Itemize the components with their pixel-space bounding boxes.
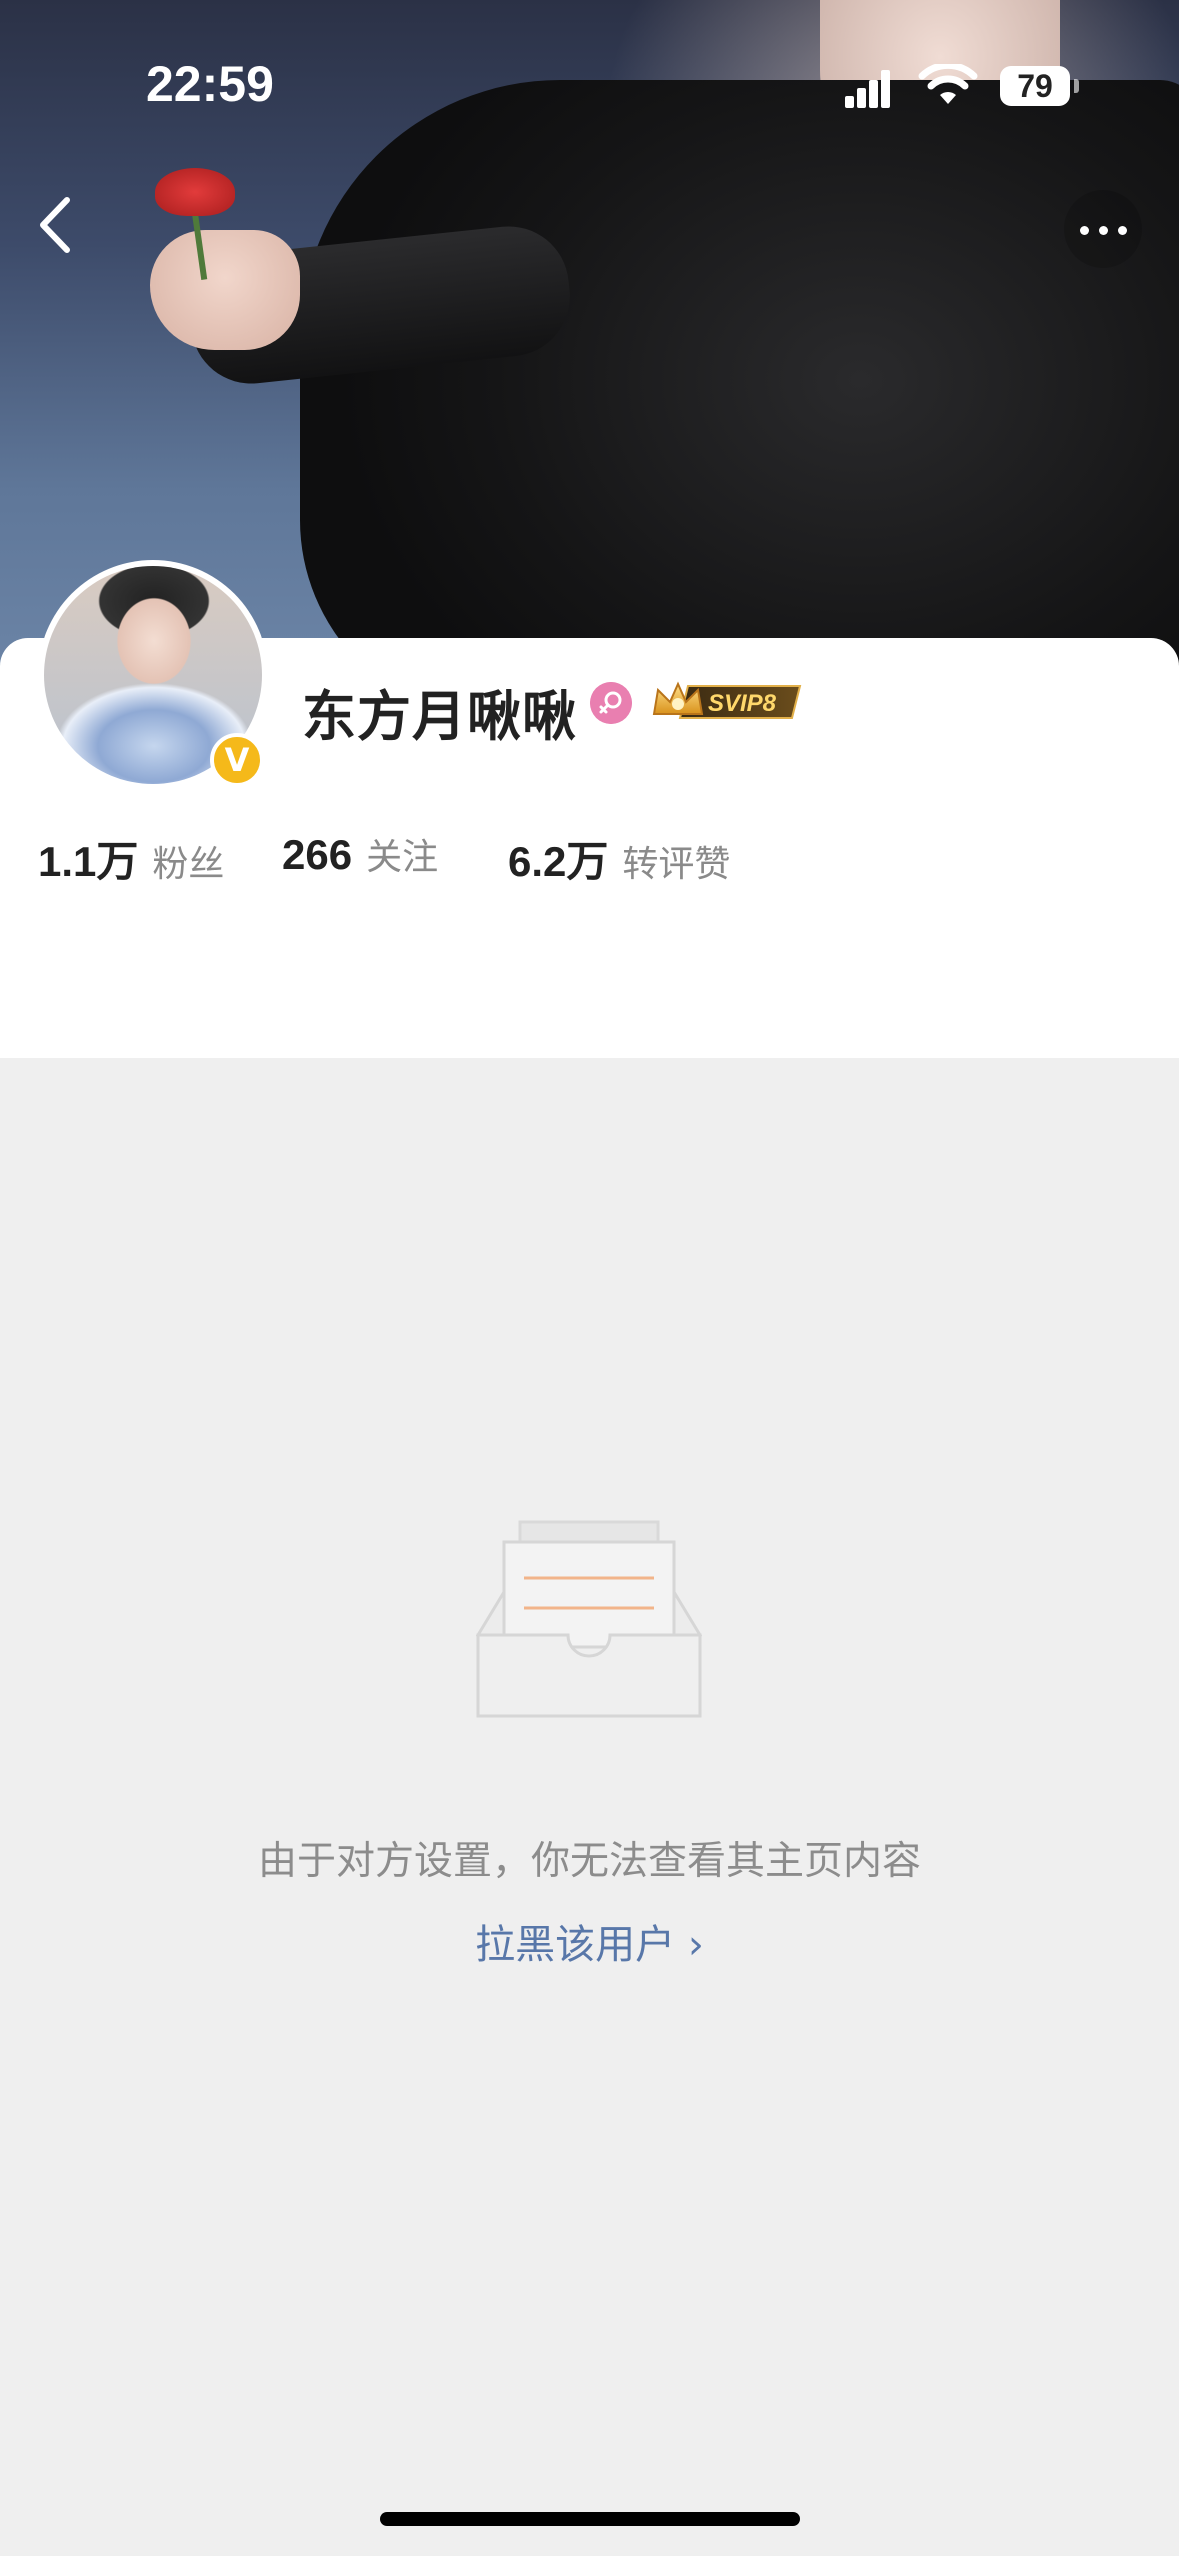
home-indicator[interactable] — [380, 2512, 800, 2526]
status-time: 22:59 — [146, 56, 274, 112]
back-arrow-icon[interactable] — [25, 190, 85, 260]
stat-followers-number: 1.1万 — [38, 838, 139, 885]
cover-figure-hand — [150, 230, 300, 350]
stat-following-number: 266 — [282, 831, 353, 878]
stat-followers[interactable]: 1.1万 粉丝 — [38, 828, 224, 889]
restricted-message: 由于对方设置，你无法查看其主页内容 — [257, 1839, 921, 1884]
stat-followers-label: 粉丝 — [152, 844, 225, 885]
username: 东方月啾啾 — [302, 685, 577, 748]
stat-following-label: 关注 — [366, 837, 439, 878]
cover-flower — [155, 168, 235, 216]
empty-inbox-icon — [476, 1520, 702, 1718]
stat-interactions-number: 6.2万 — [508, 838, 609, 885]
stat-interactions-label: 转评赞 — [622, 844, 731, 885]
cellular-signal-icon — [845, 68, 891, 108]
svip-badge[interactable]: SVIP8 — [650, 676, 810, 726]
stat-following[interactable]: 266 关注 — [282, 828, 438, 880]
stat-interactions[interactable]: 6.2万 转评赞 — [508, 828, 730, 889]
cover-figure-jacket — [300, 80, 1179, 700]
svip-label: SVIP8 — [708, 690, 777, 717]
verified-badge-icon: V — [210, 733, 264, 787]
battery-indicator: 79 — [1000, 66, 1079, 106]
more-dots-icon[interactable] — [1064, 190, 1142, 268]
female-icon — [590, 682, 632, 724]
status-bar: 22:59 79 — [0, 0, 1179, 150]
wifi-icon — [918, 64, 978, 104]
block-user-link[interactable]: 拉黑该用户 › — [0, 1912, 1179, 1970]
